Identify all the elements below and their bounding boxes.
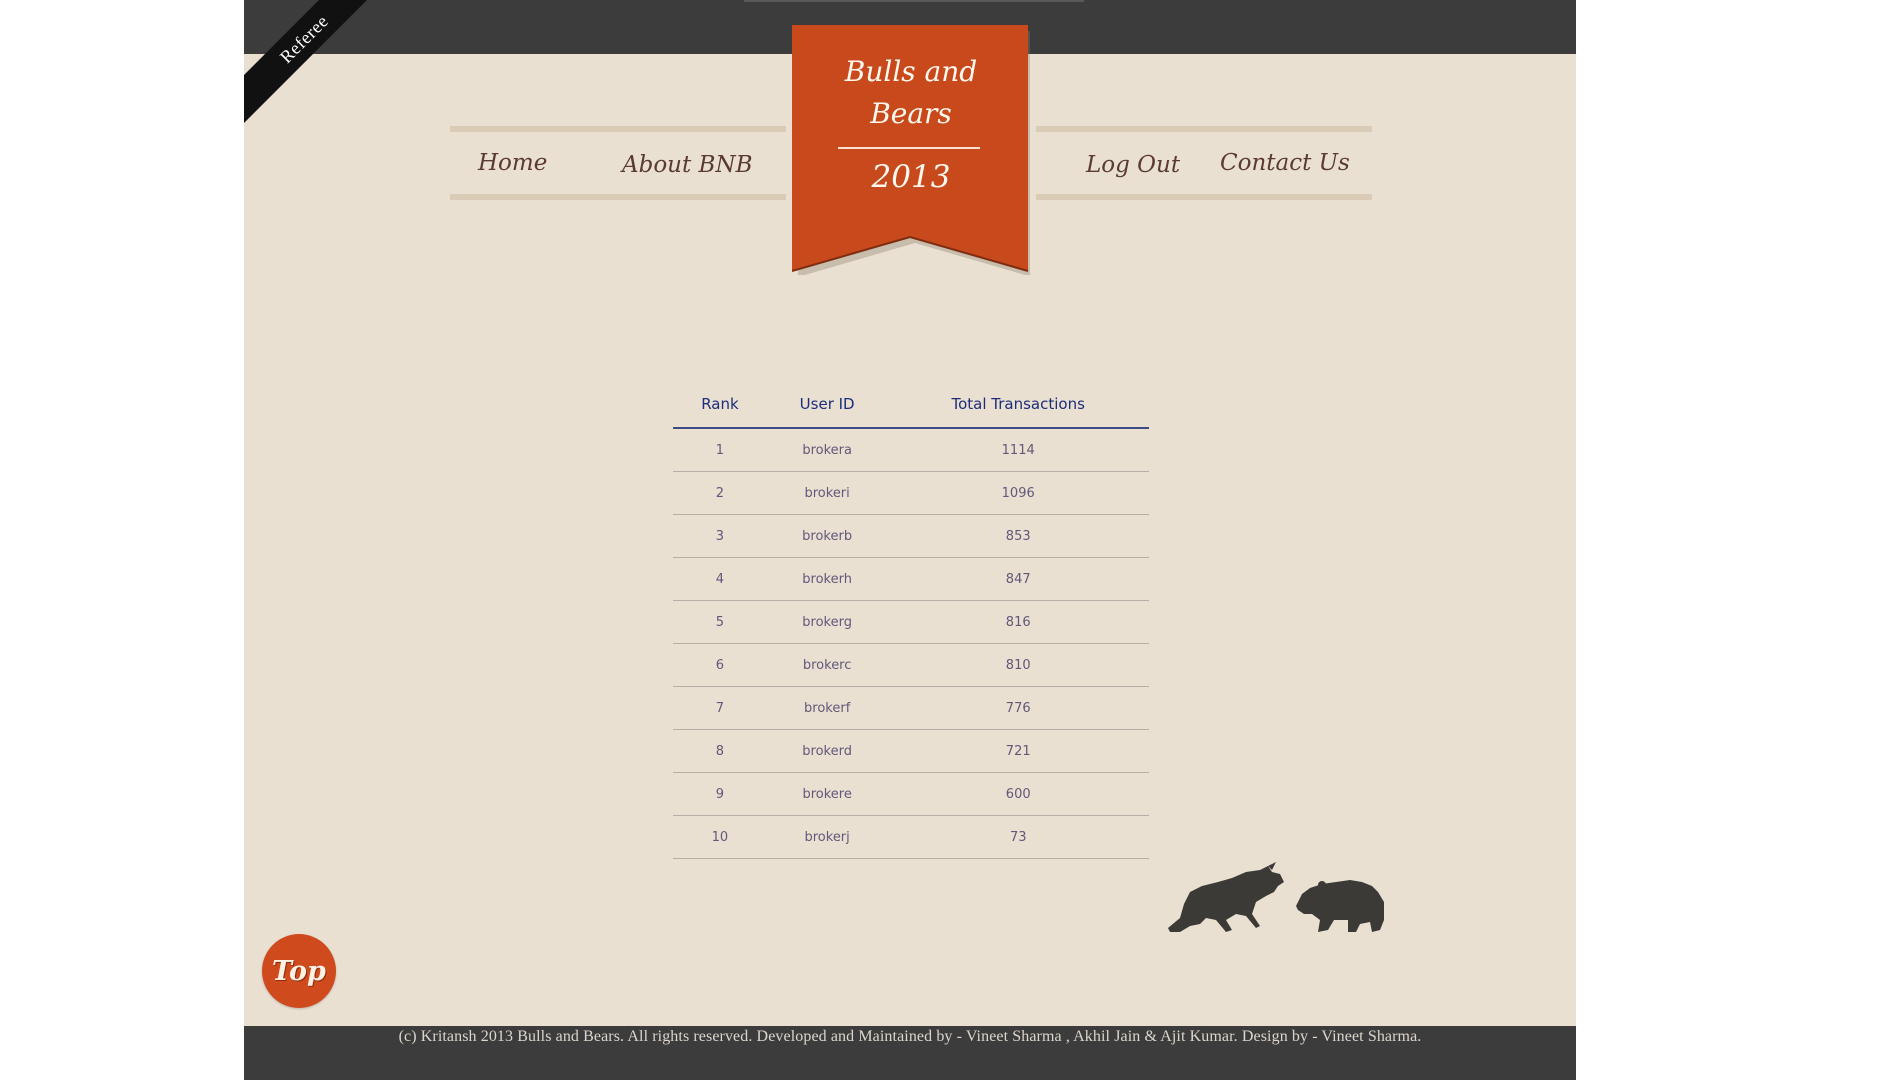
leaderboard: Rank User ID Total Transactions 1 brokera… — [673, 380, 1149, 859]
table-row: 7 brokerf 776 — [673, 686, 1149, 730]
table-row: 2 brokeri 1096 — [673, 471, 1149, 515]
nav-log-out[interactable]: Log Out — [1086, 152, 1180, 178]
cell-user-id: brokerf — [766, 686, 888, 730]
page-container: Referee Home About BNB Log Out Contact U… — [244, 0, 1576, 1080]
cell-rank: 1 — [673, 428, 767, 472]
bear-icon — [1296, 880, 1384, 932]
nav-left: Home About BNB — [450, 126, 786, 200]
nav-contact-us[interactable]: Contact Us — [1220, 150, 1350, 176]
footer-copyright: (c) Kritansh 2013 Bulls and Bears. All r… — [398, 1028, 1422, 1045]
cell-rank: 7 — [673, 686, 767, 730]
cell-total-transactions: 600 — [887, 772, 1149, 816]
table-row: 1 brokera 1114 — [673, 428, 1149, 472]
cell-total-transactions: 847 — [887, 557, 1149, 601]
cell-rank: 10 — [673, 815, 767, 859]
bull-icon — [1168, 862, 1284, 932]
back-to-top-button[interactable]: Top — [262, 934, 336, 1008]
cell-user-id: brokerj — [766, 815, 888, 859]
cell-user-id: brokerc — [766, 643, 888, 687]
nav-right: Log Out Contact Us — [1036, 126, 1372, 200]
cell-user-id: brokeri — [766, 471, 888, 515]
cell-rank: 3 — [673, 514, 767, 558]
table-row: 8 brokerd 721 — [673, 729, 1149, 773]
nav-home[interactable]: Home — [478, 150, 547, 176]
column-header-rank: Rank — [673, 380, 767, 429]
cell-user-id: brokerb — [766, 514, 888, 558]
leaderboard-table: Rank User ID Total Transactions 1 brokera… — [673, 380, 1149, 859]
cell-user-id: brokerg — [766, 600, 888, 644]
cell-rank: 8 — [673, 729, 767, 773]
cell-total-transactions: 1114 — [887, 428, 1149, 472]
column-header-user-id: User ID — [766, 380, 888, 429]
table-row: 6 brokerc 810 — [673, 643, 1149, 687]
table-row: 9 brokere 600 — [673, 772, 1149, 816]
banner-title-line2: Bears — [870, 97, 952, 130]
cell-total-transactions: 73 — [887, 815, 1149, 859]
table-row: 3 brokerb 853 — [673, 514, 1149, 558]
logo-banner[interactable]: Bulls and Bears 2013 — [792, 25, 1030, 275]
cell-total-transactions: 1096 — [887, 471, 1149, 515]
cell-user-id: brokerh — [766, 557, 888, 601]
table-row: 5 brokerg 816 — [673, 600, 1149, 644]
cell-rank: 4 — [673, 557, 767, 601]
cell-user-id: brokera — [766, 428, 888, 472]
cell-total-transactions: 810 — [887, 643, 1149, 687]
cell-rank: 2 — [673, 471, 767, 515]
table-row: 10 brokerj 73 — [673, 815, 1149, 859]
nav-about-bnb[interactable]: About BNB — [622, 152, 752, 178]
cell-rank: 9 — [673, 772, 767, 816]
cell-total-transactions: 721 — [887, 729, 1149, 773]
banner-divider — [838, 147, 980, 149]
cell-total-transactions: 816 — [887, 600, 1149, 644]
cell-rank: 5 — [673, 600, 767, 644]
banner-year: 2013 — [871, 159, 951, 195]
table-header-row: Rank User ID Total Transactions — [673, 380, 1149, 429]
banner-title-line1: Bulls and — [844, 55, 978, 88]
bull-and-bear-graphic — [1168, 862, 1384, 932]
cell-user-id: brokere — [766, 772, 888, 816]
top-button-label: Top — [272, 955, 326, 987]
column-header-total-transactions: Total Transactions — [887, 380, 1149, 429]
banner-title: Bulls and Bears — [792, 51, 1030, 135]
cell-total-transactions: 776 — [887, 686, 1149, 730]
table-row: 4 brokerh 847 — [673, 557, 1149, 601]
cell-rank: 6 — [673, 643, 767, 687]
cell-user-id: brokerd — [766, 729, 888, 773]
cell-total-transactions: 853 — [887, 514, 1149, 558]
